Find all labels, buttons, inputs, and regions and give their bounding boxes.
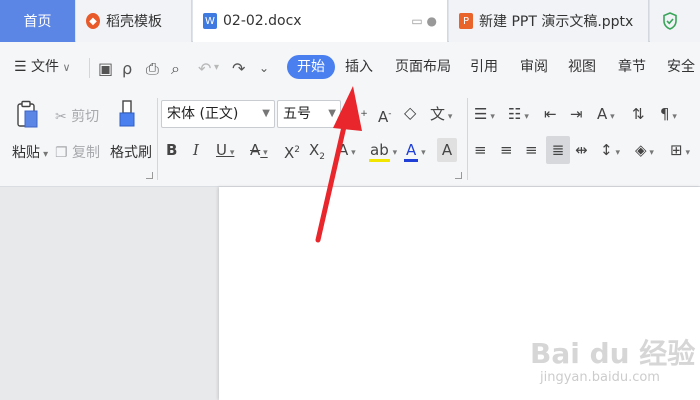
chevron-down-icon: ▼ xyxy=(328,108,336,119)
tab-template[interactable]: ◆ 稻壳模板 xyxy=(76,0,192,42)
font-size-select[interactable]: 五号 ▼ xyxy=(277,100,341,128)
bold-icon[interactable]: B xyxy=(166,138,177,162)
superscript-icon[interactable]: X2 xyxy=(284,138,300,162)
align-right-icon[interactable]: ≡ xyxy=(525,138,538,162)
font-size-value: 五号 xyxy=(283,106,311,122)
customize-icon[interactable]: ⌄ xyxy=(259,61,269,75)
divider xyxy=(89,58,90,78)
copy-button[interactable]: ❐ 复制 xyxy=(55,142,100,162)
decrease-indent-icon[interactable]: ⇤ xyxy=(544,102,557,126)
device-icon[interactable]: ▭ ● xyxy=(411,14,437,28)
tab-document[interactable]: W 02-02.docx ▭ ● xyxy=(193,0,448,42)
menu-start[interactable]: 开始 xyxy=(287,55,335,79)
ribbon: ☰ 文件 ∨ ▣ ⍴ ⎙ ⌕ ↶ ▾ ↷ ⌄ 开始 插入 页面布局 引用 审阅 … xyxy=(0,42,700,187)
format-painter-label[interactable]: 格式刷 xyxy=(110,142,152,162)
export-icon[interactable]: ⍴ xyxy=(122,59,132,78)
font-name-select[interactable]: 宋体 (正文) ▼ xyxy=(161,100,275,128)
tab-security[interactable] xyxy=(650,0,700,42)
menu-insert[interactable]: 插入 xyxy=(345,55,373,79)
format-painter-icon[interactable] xyxy=(117,100,139,128)
divider xyxy=(157,98,158,180)
subscript-icon[interactable]: X2 xyxy=(309,138,325,162)
hamburger-icon: ☰ xyxy=(14,59,32,75)
phonetic-icon[interactable]: 文 ▾ xyxy=(430,102,452,126)
menu-review[interactable]: 审阅 xyxy=(520,55,548,79)
menu-view[interactable]: 视图 xyxy=(568,55,596,79)
chevron-down-icon: ▼ xyxy=(262,108,270,119)
shield-icon xyxy=(663,12,677,30)
tab-home-label: 首页 xyxy=(23,14,52,30)
paste-label[interactable]: 粘贴 ▾ xyxy=(12,142,48,162)
text-effect-icon[interactable]: A ▾ xyxy=(338,138,356,162)
menu-page-layout[interactable]: 页面布局 xyxy=(395,55,451,79)
divider xyxy=(467,98,468,180)
distributed-icon[interactable]: ⇹ xyxy=(575,138,588,162)
redo-icon[interactable]: ↷ xyxy=(232,59,245,78)
cut-button[interactable]: ✂ 剪切 xyxy=(55,106,99,126)
clear-format-icon[interactable]: ◇ xyxy=(404,101,416,125)
paste-icon[interactable] xyxy=(16,100,38,128)
underline-icon[interactable]: U ▾ xyxy=(216,138,234,162)
tab-ppt-label: 新建 PPT 演示文稿.pptx xyxy=(479,14,634,30)
undo-dropdown-icon[interactable]: ▾ xyxy=(214,62,219,73)
cut-label: 剪切 xyxy=(71,109,100,125)
font-color-icon[interactable]: A ▾ xyxy=(404,138,426,162)
justify-icon[interactable]: ≣ xyxy=(546,136,570,164)
tab-home[interactable]: 首页 xyxy=(0,0,75,42)
shading-icon[interactable]: ◈ ▾ xyxy=(635,138,654,162)
menu-security[interactable]: 安全 xyxy=(667,55,695,79)
grow-font-icon[interactable]: A+ xyxy=(350,102,368,126)
increase-indent-icon[interactable]: ⇥ xyxy=(570,102,583,126)
sort-icon[interactable]: ⇅ xyxy=(632,102,645,126)
save-icon[interactable]: ▣ xyxy=(98,59,113,78)
font-name-value: 宋体 (正文) xyxy=(167,106,239,122)
scissors-icon: ✂ xyxy=(55,109,72,125)
copy-icon: ❐ xyxy=(55,145,73,161)
menu-reference[interactable]: 引用 xyxy=(470,55,498,79)
menu-file[interactable]: ☰ 文件 ∨ xyxy=(14,55,71,79)
ppt-icon: P xyxy=(459,13,473,29)
align-center-icon[interactable]: ≡ xyxy=(500,138,513,162)
tab-template-label: 稻壳模板 xyxy=(106,14,162,30)
tab-bar: 首页 ◆ 稻壳模板 W 02-02.docx ▭ ● P 新建 PPT 演示文稿… xyxy=(0,0,700,42)
document-page[interactable] xyxy=(219,187,700,400)
shrink-font-icon[interactable]: A- xyxy=(378,102,392,126)
align-left-icon[interactable]: ≡ xyxy=(474,138,487,162)
print-icon[interactable]: ⎙ xyxy=(146,59,159,79)
italic-icon[interactable]: I xyxy=(193,138,199,162)
chevron-down-icon: ∨ xyxy=(59,61,71,74)
menu-file-label: 文件 xyxy=(31,59,60,75)
font-launcher[interactable] xyxy=(455,172,462,179)
copy-label: 复制 xyxy=(72,145,101,161)
borders-icon[interactable]: ⊞ ▾ xyxy=(670,138,690,162)
menu-row: ☰ 文件 ∨ ▣ ⍴ ⎙ ⌕ ↶ ▾ ↷ ⌄ 开始 插入 页面布局 引用 审阅 … xyxy=(0,42,700,92)
char-shading-icon[interactable]: A xyxy=(437,138,457,162)
clipboard-launcher[interactable] xyxy=(146,172,153,179)
document-canvas xyxy=(0,187,700,400)
print-preview-icon[interactable]: ⌕ xyxy=(171,59,180,79)
strikethrough-icon[interactable]: A ▾ xyxy=(250,138,268,162)
tab-document-label: 02-02.docx xyxy=(223,13,302,29)
line-spacing-icon[interactable]: ↕ ▾ xyxy=(600,138,620,162)
tab-ppt[interactable]: P 新建 PPT 演示文稿.pptx xyxy=(449,0,649,42)
undo-icon[interactable]: ↶ xyxy=(198,59,211,78)
show-marks-icon[interactable]: ¶ ▾ xyxy=(660,102,677,126)
text-direction-icon[interactable]: A ▾ xyxy=(597,102,615,126)
daoke-icon: ◆ xyxy=(86,13,100,29)
menu-section[interactable]: 章节 xyxy=(618,55,646,79)
highlight-icon[interactable]: ab ▾ xyxy=(369,138,397,162)
bullet-list-icon[interactable]: ☰ ▾ xyxy=(474,102,495,126)
numbered-list-icon[interactable]: ☷ ▾ xyxy=(508,102,529,126)
word-doc-icon: W xyxy=(203,13,217,29)
